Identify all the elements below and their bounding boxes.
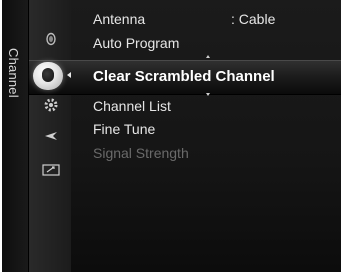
menu-item-label: Channel List — [93, 98, 171, 114]
category-label: Channel — [6, 48, 21, 98]
category-side-tab: Channel — [2, 0, 29, 272]
menu-item-signal-strength: Signal Strength — [93, 145, 189, 161]
menu-item-label: Antenna — [93, 11, 146, 27]
scroll-down-icon — [206, 93, 210, 96]
menu-item-label: Clear Scrambled Channel — [93, 68, 275, 85]
menu-item-auto-program[interactable]: Auto Program — [93, 35, 179, 51]
menu-item-clear-scrambled-channel[interactable]: Clear Scrambled Channel — [93, 68, 275, 85]
input-icon[interactable] — [42, 127, 60, 145]
channel-icon-dish — [42, 68, 54, 82]
menu-item-fine-tune[interactable]: Fine Tune — [93, 121, 155, 137]
menu-item-label: Signal Strength — [93, 145, 189, 161]
scroll-up-icon — [206, 55, 210, 58]
picture-icon[interactable] — [42, 30, 60, 48]
menu-item-label: Fine Tune — [93, 121, 156, 137]
selection-pointer-icon — [67, 72, 71, 78]
menu-item-label: Auto Program — [93, 35, 180, 51]
category-icon-column — [29, 0, 71, 272]
menu-item-antenna[interactable]: Antenna — [93, 11, 145, 27]
antenna-value: : Cable — [231, 11, 276, 27]
setup-icon[interactable] — [42, 96, 60, 114]
application-icon[interactable] — [42, 161, 60, 179]
channel-icon[interactable] — [33, 62, 63, 90]
menu-item-channel-list[interactable]: Channel List — [93, 98, 171, 114]
